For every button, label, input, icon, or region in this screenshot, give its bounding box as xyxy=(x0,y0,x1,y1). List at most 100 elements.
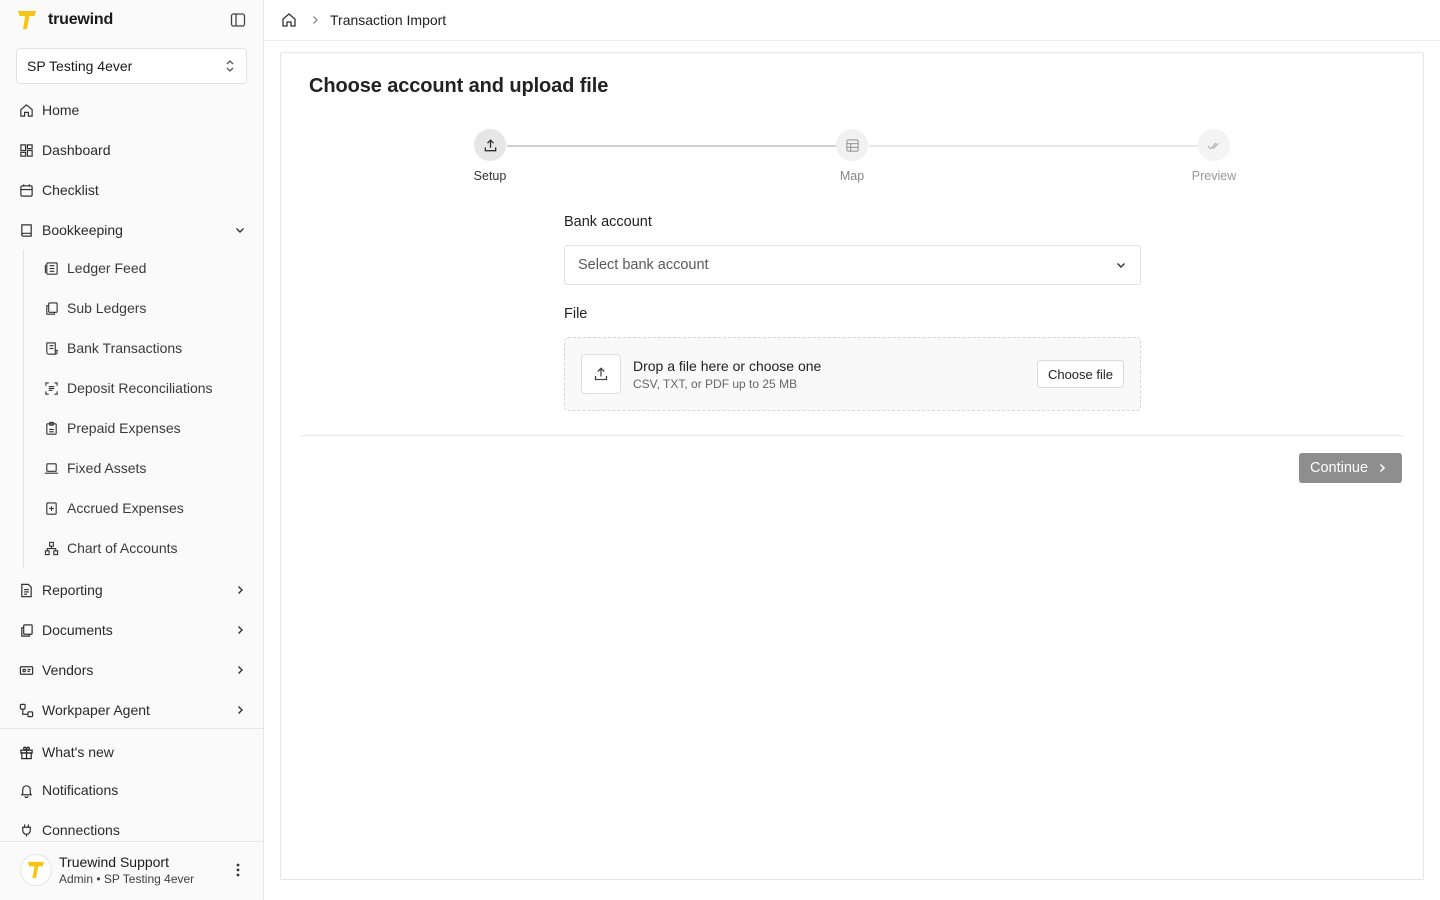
sidebar-toggle-icon[interactable] xyxy=(229,11,247,29)
avatar xyxy=(20,854,52,886)
sidebar-item-label: Prepaid Expenses xyxy=(67,420,181,436)
sidebar-item-bank-transactions[interactable]: Bank Transactions xyxy=(35,331,254,365)
plug-icon xyxy=(18,822,34,838)
sidebar-item-label: Accrued Expenses xyxy=(67,500,184,516)
sidebar-item-label: Dashboard xyxy=(42,142,111,158)
bank-account-placeholder: Select bank account xyxy=(578,257,709,273)
dropzone-hint: CSV, TXT, or PDF up to 25 MB xyxy=(633,377,798,391)
chevron-right-icon xyxy=(234,584,246,596)
sidebar-item-label: Home xyxy=(42,102,80,118)
calendar-icon xyxy=(18,182,34,198)
laptop-icon xyxy=(43,460,59,476)
more-vertical-icon[interactable] xyxy=(230,860,246,880)
sidebar-item-label: Vendors xyxy=(42,662,94,678)
user-role: Admin • SP Testing 4ever xyxy=(59,872,195,886)
import-card: Choose account and upload file Setup Map… xyxy=(280,52,1424,880)
user-card[interactable]: Truewind Support Admin • SP Testing 4eve… xyxy=(20,852,254,888)
step-preview xyxy=(1198,129,1230,161)
sidebar-item-label: Checklist xyxy=(42,182,99,198)
book-icon xyxy=(18,222,34,238)
step-label-setup: Setup xyxy=(473,169,507,183)
upload-icon xyxy=(483,138,498,153)
sidebar-item-chart-of-accounts[interactable]: Chart of Accounts xyxy=(35,531,254,565)
table-icon xyxy=(845,138,860,153)
sidebar-item-accrued-expenses[interactable]: Accrued Expenses xyxy=(35,491,254,525)
sidebar-item-label: Bookkeeping xyxy=(42,222,123,238)
file-dropzone[interactable]: Drop a file here or choose one CSV, TXT,… xyxy=(564,337,1141,411)
step-label-map: Map xyxy=(839,169,865,183)
sidebar-item-workpaper-agent[interactable]: Workpaper Agent xyxy=(10,693,254,727)
sidebar-item-dashboard[interactable]: Dashboard xyxy=(10,133,254,167)
file-label: File xyxy=(564,306,588,322)
sidebar-item-deposit-reconciliations[interactable]: Deposit Reconciliations xyxy=(35,371,254,405)
scan-icon xyxy=(43,380,59,396)
sidebar-item-label: Chart of Accounts xyxy=(67,540,178,556)
copy-icon xyxy=(43,300,59,316)
sidebar-item-label: Workpaper Agent xyxy=(42,702,150,718)
sidebar-item-label: Bank Transactions xyxy=(67,340,183,356)
sidebar-item-ledger-feed[interactable]: Ledger Feed xyxy=(35,251,254,285)
stepper-connector xyxy=(869,145,1199,147)
sidebar-item-home[interactable]: Home xyxy=(10,93,254,127)
chevron-right-icon xyxy=(234,624,246,636)
sidebar-item-reporting[interactable]: Reporting xyxy=(10,573,254,607)
sidebar-item-documents[interactable]: Documents xyxy=(10,613,254,647)
sidebar-item-checklist[interactable]: Checklist xyxy=(10,173,254,207)
hierarchy-icon xyxy=(43,540,59,556)
sidebar-item-label: Ledger Feed xyxy=(67,260,147,276)
chevron-right-icon xyxy=(1377,463,1387,473)
dropzone-title: Drop a file here or choose one xyxy=(633,358,822,374)
breadcrumb-current: Transaction Import xyxy=(330,12,447,28)
choose-file-button[interactable]: Choose file xyxy=(1036,360,1124,388)
sidebar-item-whats-new[interactable]: What's new xyxy=(10,735,254,769)
ledger-icon xyxy=(43,260,59,276)
breadcrumb-home-icon[interactable] xyxy=(280,11,298,29)
sidebar-item-notifications[interactable]: Notifications xyxy=(10,773,254,807)
brand-name: truewind xyxy=(48,11,114,28)
org-selector[interactable]: SP Testing 4ever xyxy=(16,48,247,84)
bell-icon xyxy=(18,782,34,798)
upload-icon xyxy=(581,354,621,394)
documents-icon xyxy=(18,622,34,638)
breadcrumb-separator-icon xyxy=(310,13,322,27)
step-setup xyxy=(474,129,506,161)
page-title: Choose account and upload file xyxy=(309,75,609,97)
sidebar-item-sub-ledgers[interactable]: Sub Ledgers xyxy=(35,291,254,325)
dashboard-icon xyxy=(18,142,34,158)
continue-button[interactable]: Continue xyxy=(1299,453,1402,483)
sidebar-item-bookkeeping[interactable]: Bookkeeping xyxy=(10,213,254,247)
home-icon xyxy=(18,102,34,118)
chevron-down-icon xyxy=(1115,259,1127,271)
sidebar-item-label: Fixed Assets xyxy=(67,460,147,476)
step-label-preview: Preview xyxy=(1191,169,1237,183)
sidebar-item-label: Notifications xyxy=(42,782,119,798)
sidebar-divider xyxy=(0,841,263,842)
top-bar: Transaction Import xyxy=(264,0,1440,41)
workflow-icon xyxy=(18,702,34,718)
plus-file-icon xyxy=(43,500,59,516)
gift-icon xyxy=(18,744,34,760)
sidebar-item-label: Documents xyxy=(42,622,113,638)
clipboard-icon xyxy=(43,420,59,436)
receipt-icon xyxy=(43,340,59,356)
chevron-right-icon xyxy=(234,704,246,716)
chevron-right-icon xyxy=(234,664,246,676)
sidebar-item-vendors[interactable]: Vendors xyxy=(10,653,254,687)
sidebar-item-label: What's new xyxy=(42,744,114,760)
step-map xyxy=(836,129,868,161)
chevron-down-icon xyxy=(234,224,246,236)
subnav-guide-line xyxy=(23,250,24,568)
truewind-logo-icon xyxy=(16,9,38,31)
sidebar-item-label: Sub Ledgers xyxy=(67,300,147,316)
sidebar-item-prepaid-expenses[interactable]: Prepaid Expenses xyxy=(35,411,254,445)
continue-label: Continue xyxy=(1310,460,1369,476)
stepper-connector xyxy=(507,145,837,147)
sidebar-item-fixed-assets[interactable]: Fixed Assets xyxy=(35,451,254,485)
chevron-up-down-icon xyxy=(224,59,236,73)
sidebar-divider xyxy=(0,728,263,729)
double-check-icon xyxy=(1206,138,1222,153)
bank-account-select[interactable]: Select bank account xyxy=(564,245,1141,285)
report-icon xyxy=(18,582,34,598)
sidebar: truewind SP Testing 4ever Home Dashboard… xyxy=(0,0,264,900)
brand[interactable]: truewind xyxy=(16,8,113,32)
